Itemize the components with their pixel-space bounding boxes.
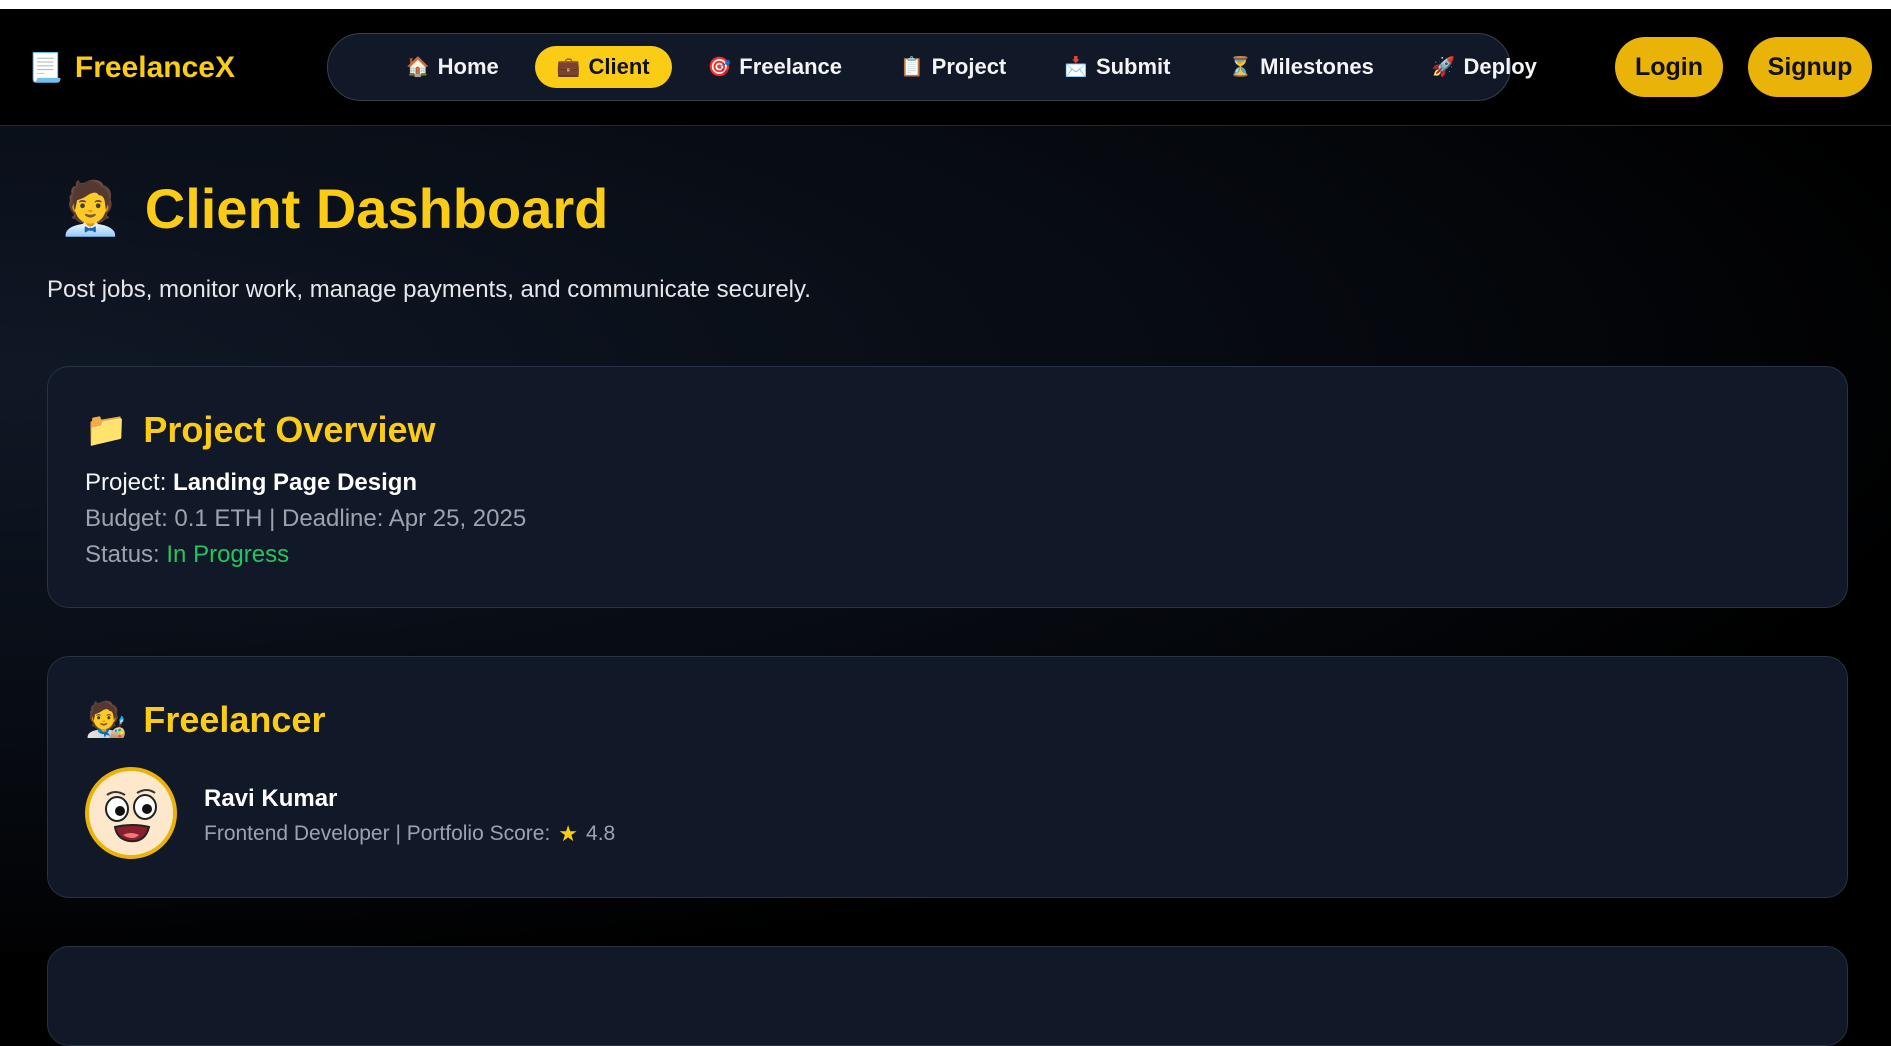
nav-item-label: Home: [437, 54, 499, 79]
clipboard-icon: 📋: [900, 57, 924, 78]
main-content: 🧑‍💼 Client Dashboard Post jobs, monitor …: [0, 126, 1891, 1046]
house-icon: 🏠: [406, 57, 430, 78]
nav-item-label: Deploy: [1463, 54, 1537, 79]
star-icon: ★: [558, 821, 579, 846]
freelancer-name: Ravi Kumar: [204, 785, 338, 812]
avatar: [85, 767, 177, 859]
project-overview-heading: Project Overview: [143, 409, 436, 450]
next-card: [47, 946, 1848, 1046]
brand[interactable]: 📃 FreelanceX: [28, 51, 235, 85]
status-row: Status: In Progress: [85, 541, 289, 569]
top-strip: [0, 0, 1891, 9]
page-subtitle: Post jobs, monitor work, manage payments…: [47, 276, 811, 303]
briefcase-icon: 💼: [556, 57, 581, 78]
brand-name: FreelanceX: [74, 51, 235, 84]
card-heading: 📁 Project Overview: [85, 409, 436, 451]
signup-button[interactable]: Signup: [1748, 37, 1872, 97]
nav-item-label: Project: [931, 54, 1007, 79]
nav-item-freelance[interactable]: 🎯 Freelance: [686, 46, 864, 88]
nav-item-label: Freelance: [739, 54, 842, 79]
freelancer-role: Frontend Developer | Portfolio Score:: [204, 822, 551, 845]
freelancer-card: 🧑‍🎨 Freelancer Ravi Kumar Frontend Devel…: [47, 656, 1848, 898]
nav-item-client[interactable]: 💼 Client: [534, 46, 672, 88]
project-name: Landing Page Design: [173, 469, 418, 496]
status-value: In Progress: [166, 541, 290, 568]
nav-item-submit[interactable]: 📩 Submit: [1042, 46, 1192, 88]
nav-item-project[interactable]: 📋 Project: [878, 46, 1028, 88]
portfolio-score: 4.8: [586, 822, 616, 845]
project-row: Project: Landing Page Design: [85, 469, 417, 497]
navbar: 📃 FreelanceX 🏠 Home 💼 Client 🎯 Freelance…: [0, 9, 1891, 126]
main-nav: 🏠 Home 💼 Client 🎯 Freelance 📋 Project 📩 …: [327, 33, 1537, 101]
target-icon: 🎯: [707, 57, 732, 78]
freelancer-meta: Frontend Developer | Portfolio Score: ★ …: [204, 821, 615, 847]
login-button[interactable]: Login: [1615, 37, 1723, 97]
hourglass-icon: ⏳: [1228, 57, 1253, 78]
freelancer-heading: Freelancer: [143, 699, 326, 740]
nav-item-home[interactable]: 🏠 Home: [384, 46, 521, 88]
nav-item-label: Milestones: [1260, 54, 1374, 79]
page-title: 🧑‍💼 Client Dashboard: [58, 176, 608, 241]
budget-deadline: Budget: 0.1 ETH | Deadline: Apr 25, 2025: [85, 505, 527, 532]
nav-item-milestones[interactable]: ⏳ Milestones: [1207, 46, 1396, 88]
status-label: Status:: [85, 541, 160, 568]
nav-item-label: Submit: [1095, 54, 1171, 79]
card-heading: 🧑‍🎨 Freelancer: [85, 699, 325, 741]
clipboard-icon: 📃: [28, 52, 63, 83]
nav-item-label: Client: [588, 54, 650, 79]
page-title-text: Client Dashboard: [144, 177, 609, 240]
artist-icon: 🧑‍🎨: [85, 701, 128, 739]
rocket-icon: 🚀: [1431, 57, 1456, 78]
project-label: Project:: [85, 469, 167, 496]
folder-icon: 📁: [85, 411, 128, 449]
mailbox-icon: 📩: [1064, 57, 1088, 78]
nav-item-deploy[interactable]: 🚀 Deploy: [1410, 46, 1559, 88]
businessperson-icon: 🧑‍💼: [58, 180, 123, 238]
project-overview-card: 📁 Project Overview Project: Landing Page…: [47, 366, 1848, 608]
